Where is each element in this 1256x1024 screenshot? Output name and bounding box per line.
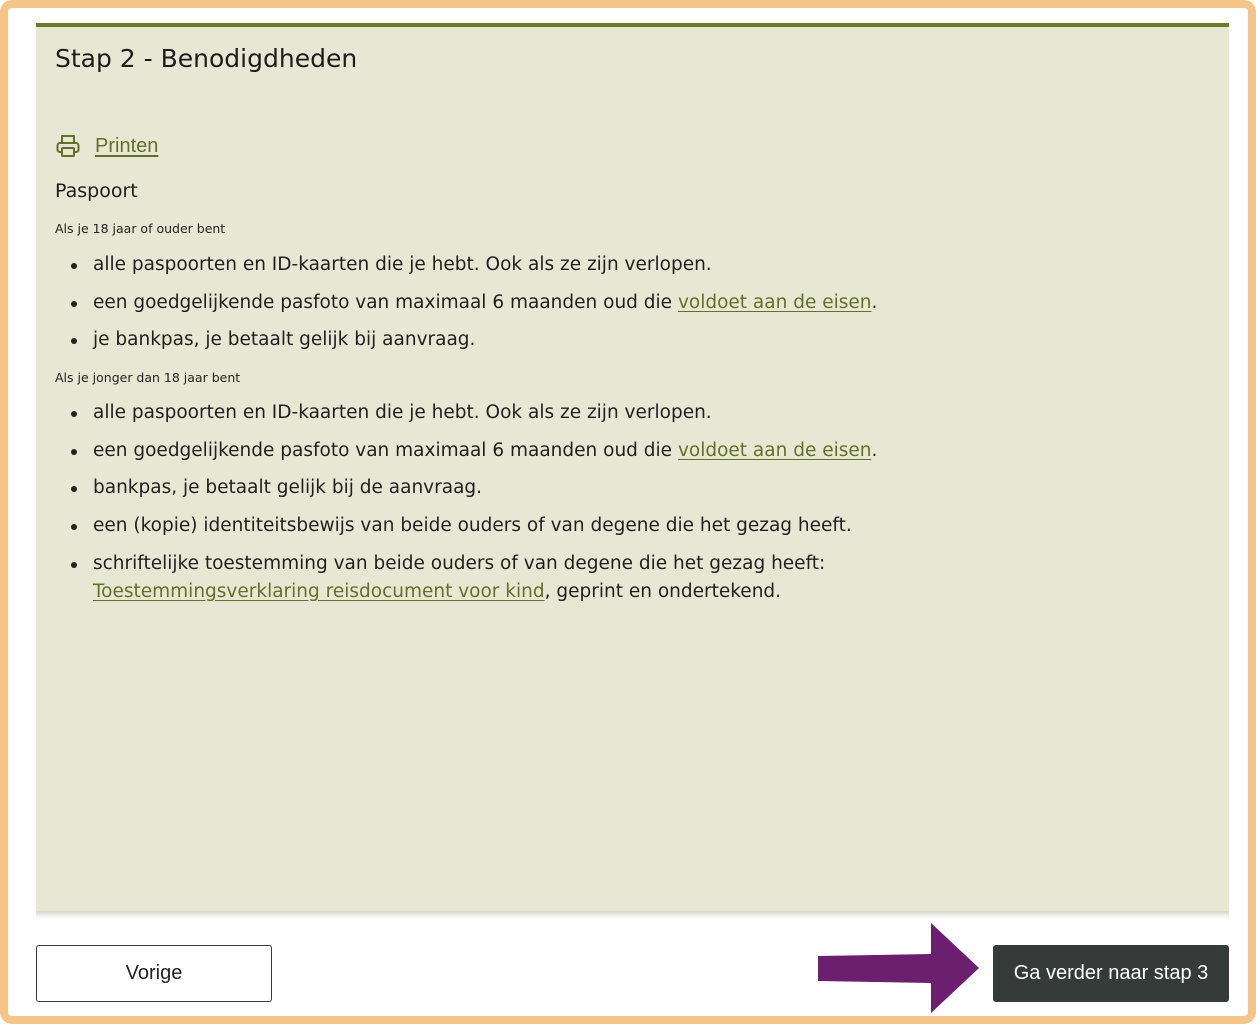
adult-heading: Als je 18 jaar of ouder bent — [55, 221, 226, 236]
list-item: alle paspoorten en ID-kaarten die je heb… — [71, 251, 1193, 279]
previous-button[interactable]: Vorige — [36, 945, 272, 1002]
minor-heading: Als je jonger dan 18 jaar bent — [55, 370, 241, 385]
list-item: alle paspoorten en ID-kaarten die je heb… — [71, 399, 1193, 427]
list-item-text: een (kopie) identiteitsbewijs van beide … — [93, 515, 852, 537]
list-item-text: . — [871, 439, 878, 461]
list-item: een goedgelijkende pasfoto van maximaal … — [71, 289, 1193, 317]
print-link-label[interactable]: Printen — [95, 135, 158, 158]
list-item-text: een goedgelijkende pasfoto van maximaal … — [93, 291, 678, 313]
printer-icon — [56, 135, 80, 157]
list-item: een goedgelijkende pasfoto van maximaal … — [71, 437, 1193, 465]
list-item-text: schriftelijke toestemming van beide oude… — [93, 552, 826, 574]
minor-requirements-list: alle paspoorten en ID-kaarten die je heb… — [55, 399, 1193, 615]
next-step-button[interactable]: Ga verder naar stap 3 — [993, 945, 1229, 1002]
list-item-text: bankpas, je betaalt gelijk bij de aanvra… — [93, 477, 483, 499]
list-item-text: een goedgelijkende pasfoto van maximaal … — [93, 439, 678, 461]
print-link[interactable]: Printen — [55, 133, 158, 159]
section-heading-paspoort: Paspoort — [55, 180, 138, 202]
list-item: je bankpas, je betaalt gelijk bij aanvra… — [71, 326, 1193, 354]
page-title: Stap 2 - Benodigdheden — [55, 44, 358, 73]
arrow-right-icon — [818, 923, 979, 1013]
photo-requirements-link[interactable]: voldoet aan de eisen — [678, 292, 872, 313]
list-item-text: , geprint en ondertekend. — [544, 580, 782, 602]
panel-shadow — [36, 911, 1229, 919]
list-item: bankpas, je betaalt gelijk bij de aanvra… — [71, 474, 1193, 502]
photo-requirements-link[interactable]: voldoet aan de eisen — [678, 440, 872, 461]
list-item-text: je bankpas, je betaalt gelijk bij aanvra… — [93, 329, 476, 351]
list-item-text: . — [871, 291, 878, 313]
adult-requirements-list: alle paspoorten en ID-kaarten die je heb… — [55, 251, 1193, 364]
list-item: schriftelijke toestemming van beide oude… — [71, 550, 1193, 606]
list-item-text: alle paspoorten en ID-kaarten die je heb… — [93, 402, 712, 423]
consent-form-link[interactable]: Toestemmingsverklaring reisdocument voor… — [93, 581, 545, 602]
list-item-text: alle paspoorten en ID-kaarten die je heb… — [93, 254, 712, 275]
list-item: een (kopie) identiteitsbewijs van beide … — [71, 512, 1193, 540]
